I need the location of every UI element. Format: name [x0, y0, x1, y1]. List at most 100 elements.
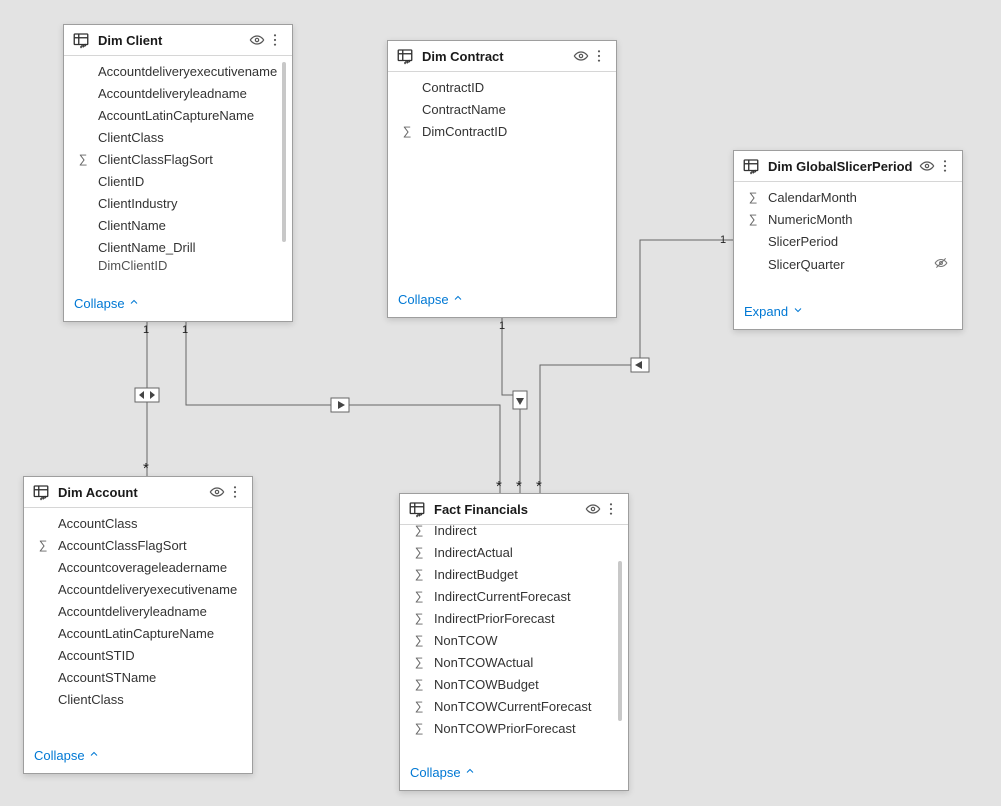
field-name: ClientClass	[92, 130, 278, 145]
field-list[interactable]: AccountdeliveryexecutivenameAccountdeliv…	[64, 56, 292, 290]
table-header[interactable]: Dim Account	[24, 477, 252, 508]
field-row[interactable]: Accountdeliveryleadname	[64, 82, 292, 104]
field-row[interactable]: ∑IndirectBudget	[400, 563, 628, 585]
field-name: AccountLatinCaptureName	[52, 626, 238, 641]
field-row[interactable]: ContractID	[388, 76, 616, 98]
table-dimSlicer[interactable]: Dim GlobalSlicerPeriod ∑CalendarMonth∑Nu…	[733, 150, 963, 330]
field-row[interactable]: ClientClass	[24, 688, 252, 710]
field-row[interactable]: ClientIndustry	[64, 192, 292, 214]
table-title: Dim Client	[98, 33, 248, 48]
scrollbar-thumb[interactable]	[618, 561, 622, 721]
field-row[interactable]: ∑Indirect	[400, 525, 628, 541]
table-header[interactable]: Dim Client	[64, 25, 292, 56]
field-row[interactable]: ClientID	[64, 170, 292, 192]
collapse-toggle[interactable]: Collapse	[64, 290, 292, 321]
field-row[interactable]: ClientName_Drill	[64, 236, 292, 258]
field-row[interactable]: AccountLatinCaptureName	[24, 622, 252, 644]
field-row[interactable]: Accountcoverageleadername	[24, 556, 252, 578]
sigma-icon: ∑	[74, 152, 92, 166]
field-row[interactable]: DimClientID	[64, 258, 292, 273]
chevron-icon	[792, 304, 804, 319]
field-row[interactable]: ContractName	[388, 98, 616, 120]
field-row[interactable]: ∑NonTCOW	[400, 629, 628, 651]
table-factFin[interactable]: Fact Financials ∑Indirect∑IndirectActual…	[399, 493, 629, 791]
field-row[interactable]: ClientClass	[64, 126, 292, 148]
sigma-icon: ∑	[34, 538, 52, 552]
field-row[interactable]: AccountClass	[24, 512, 252, 534]
scrollbar[interactable]	[618, 531, 622, 753]
field-row[interactable]: ∑NonTCOWBudget	[400, 673, 628, 695]
field-row[interactable]: ClientName	[64, 214, 292, 236]
sigma-icon: ∑	[744, 212, 762, 226]
field-name: AccountClass	[52, 516, 238, 531]
field-row[interactable]: ∑NonTCOWPriorForecast	[400, 717, 628, 739]
sigma-icon: ∑	[410, 589, 428, 603]
field-name: DimClientID	[92, 258, 278, 273]
field-list[interactable]: ∑Indirect∑IndirectActual∑IndirectBudget∑…	[400, 525, 628, 759]
more-options-icon[interactable]	[226, 483, 244, 501]
cardinality-label: 1	[499, 320, 505, 332]
sigma-icon: ∑	[410, 567, 428, 581]
table-header[interactable]: Dim Contract	[388, 41, 616, 72]
visibility-icon[interactable]	[248, 31, 266, 49]
field-row[interactable]: ∑IndirectPriorForecast	[400, 607, 628, 629]
field-name: SlicerQuarter	[762, 257, 934, 272]
field-row[interactable]: ∑IndirectCurrentForecast	[400, 585, 628, 607]
collapse-toggle[interactable]: Collapse	[400, 759, 628, 790]
hidden-icon[interactable]	[934, 256, 948, 273]
more-options-icon[interactable]	[590, 47, 608, 65]
field-row[interactable]: ∑NonTCOWActual	[400, 651, 628, 673]
field-list[interactable]: AccountClass∑AccountClassFlagSortAccount…	[24, 508, 252, 742]
field-row[interactable]: AccountLatinCaptureName	[64, 104, 292, 126]
field-row[interactable]: AccountSTID	[24, 644, 252, 666]
table-dimAccount[interactable]: Dim Account AccountClass∑AccountClassFla…	[23, 476, 253, 774]
collapse-toggle[interactable]: Collapse	[24, 742, 252, 773]
table-dimContract[interactable]: Dim Contract ContractID ContractName ∑DimC…	[387, 40, 617, 318]
cardinality-label: *	[516, 478, 522, 495]
field-row[interactable]: AccountSTName	[24, 666, 252, 688]
sigma-icon: ∑	[410, 545, 428, 559]
visibility-icon[interactable]	[572, 47, 590, 65]
sigma-icon: ∑	[410, 677, 428, 691]
field-row[interactable]: ∑AccountClassFlagSort	[24, 534, 252, 556]
field-row[interactable]: SlicerPeriod	[734, 230, 962, 252]
field-name: ClientID	[92, 174, 278, 189]
more-options-icon[interactable]	[602, 500, 620, 518]
more-options-icon[interactable]	[936, 157, 954, 175]
field-name: CalendarMonth	[762, 190, 948, 205]
visibility-icon[interactable]	[208, 483, 226, 501]
field-row[interactable]: Accountdeliveryleadname	[24, 600, 252, 622]
field-row[interactable]: Accountdeliveryexecutivename	[64, 60, 292, 82]
scrollbar-thumb[interactable]	[282, 62, 286, 242]
table-icon	[72, 31, 90, 49]
field-name: Accountdeliveryleadname	[52, 604, 238, 619]
field-name: NonTCOWPriorForecast	[428, 721, 614, 736]
visibility-icon[interactable]	[918, 157, 936, 175]
field-row[interactable]: ∑NumericMonth	[734, 208, 962, 230]
field-name: AccountClassFlagSort	[52, 538, 238, 553]
field-row[interactable]: ∑IndirectActual	[400, 541, 628, 563]
scrollbar[interactable]	[282, 62, 286, 284]
field-list[interactable]: ContractID ContractName ∑DimContractID	[388, 72, 616, 286]
table-title: Fact Financials	[434, 502, 584, 517]
field-name: ContractName	[416, 102, 602, 117]
table-header[interactable]: Dim GlobalSlicerPeriod	[734, 151, 962, 182]
field-row[interactable]: ∑CalendarMonth	[734, 186, 962, 208]
sigma-icon: ∑	[410, 721, 428, 735]
field-list[interactable]: ∑CalendarMonth∑NumericMonthSlicerPeriodS…	[734, 182, 962, 298]
footer-label: Collapse	[410, 765, 464, 780]
visibility-icon[interactable]	[584, 500, 602, 518]
field-name: ClientIndustry	[92, 196, 278, 211]
table-dimClient[interactable]: Dim Client AccountdeliveryexecutivenameA…	[63, 24, 293, 322]
field-row[interactable]: ∑DimContractID	[388, 120, 616, 142]
more-options-icon[interactable]	[266, 31, 284, 49]
field-row[interactable]: Accountdeliveryexecutivename	[24, 578, 252, 600]
footer-label: Collapse	[74, 296, 128, 311]
table-header[interactable]: Fact Financials	[400, 494, 628, 525]
collapse-toggle[interactable]: Collapse	[388, 286, 616, 317]
field-row[interactable]: ∑NonTCOWCurrentForecast	[400, 695, 628, 717]
sigma-icon: ∑	[410, 611, 428, 625]
collapse-toggle[interactable]: Expand	[734, 298, 962, 329]
field-row[interactable]: SlicerQuarter	[734, 252, 962, 276]
field-row[interactable]: ∑ClientClassFlagSort	[64, 148, 292, 170]
